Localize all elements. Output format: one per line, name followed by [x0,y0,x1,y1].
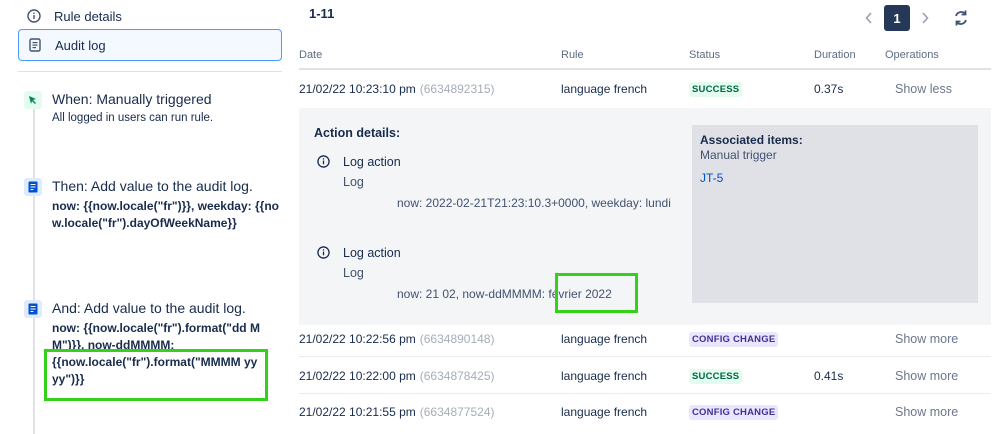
info-icon [27,9,41,23]
row-divider [299,356,991,357]
row-duration: 0.37s [814,82,844,96]
show-less-link[interactable]: Show less [895,71,952,107]
nav-audit-log-label: Audit log [55,37,106,53]
chevron-left-icon[interactable] [860,5,878,31]
trigger-step[interactable]: When: Manually triggered All logged in u… [24,91,282,125]
row-id: (6634892315) [419,82,495,96]
row-rule: language french [561,332,648,346]
document-icon [28,38,42,52]
nav-rule-details-label: Rule details [54,8,122,24]
header-divider [299,68,991,70]
nav-rule-details[interactable]: Rule details [18,0,282,32]
highlight-box-right [555,273,638,313]
associated-items-title: Associated items: [700,133,803,147]
column-header-status[interactable]: Status [689,49,720,61]
row-rule: language french [561,405,648,419]
row-date: 21/02/22 10:22:00 pm [299,369,416,383]
table-row[interactable]: 21/02/22 10:21:55 pm (6634877524) languag… [299,394,991,430]
action-step-1[interactable]: Then: Add value to the audit log. now: {… [24,178,282,232]
log-entry-title: Log action [343,155,401,169]
table-row[interactable]: 21/02/22 10:23:10 pm (6634892315) languag… [299,71,991,107]
log-entry-title: Log action [343,246,401,260]
column-header-operations: Operations [885,49,939,61]
trigger-title: When: Manually triggered [52,91,212,107]
column-header-duration[interactable]: Duration [814,49,856,61]
show-more-link[interactable]: Show more [895,321,958,357]
result-count: 1-11 [309,6,335,21]
status-badge: CONFIG CHANGE [689,404,779,420]
sidebar-divider [18,71,282,72]
show-more-link[interactable]: Show more [895,358,958,394]
row-id: (6634890148) [419,332,495,346]
action-1-title: Then: Add value to the audit log. [52,178,253,194]
cursor-click-icon [24,91,42,109]
audit-log-icon [24,178,42,196]
page-button[interactable]: 1 [884,5,910,31]
highlight-box-left [44,349,268,401]
table-row[interactable]: 21/02/22 10:22:56 pm (6634890148) languag… [299,321,991,357]
associated-items-subtitle: Manual trigger [700,148,777,162]
column-header-rule[interactable]: Rule [561,49,584,61]
row-duration: 0.41s [814,369,844,383]
status-badge: SUCCESS [689,368,743,384]
action-2-title: And: Add value to the audit log. [52,300,246,316]
log-entry-kind: Log [343,175,364,189]
nav-audit-log[interactable]: Audit log [18,29,282,61]
status-badge: SUCCESS [689,81,743,97]
row-date: 21/02/22 10:23:10 pm [299,82,416,96]
action-details-panel: Action details: Log action Log now: 2022… [299,108,991,325]
log-entry-kind: Log [343,266,364,280]
log-entry-message: now: 2022-02-21T21:23:10.3+0000, weekday… [397,196,671,210]
trigger-subtitle: All logged in users can run rule. [52,112,214,124]
row-id: (6634877524) [419,405,495,419]
column-header-date[interactable]: Date [299,49,322,61]
row-rule: language french [561,82,648,96]
associated-items-box: Associated items: Manual trigger JT-5 [692,125,978,303]
chevron-right-icon[interactable] [916,5,934,31]
show-more-link[interactable]: Show more [895,394,958,430]
row-date: 21/02/22 10:22:56 pm [299,332,416,346]
table-row[interactable]: 21/02/22 10:22:00 pm (6634878425) languag… [299,358,991,394]
refresh-icon[interactable] [950,5,972,31]
action-details-title: Action details: [314,126,401,140]
row-date: 21/02/22 10:21:55 pm [299,405,416,419]
status-badge: CONFIG CHANGE [689,331,779,347]
action-1-code: now: {{now.locale("fr")}}, weekday: {{no… [52,199,279,230]
row-rule: language french [561,369,648,383]
issue-link[interactable]: JT-5 [700,171,723,185]
audit-log-icon [24,300,42,318]
info-icon [317,246,331,260]
info-icon [317,155,331,169]
row-id: (6634878425) [419,369,495,383]
